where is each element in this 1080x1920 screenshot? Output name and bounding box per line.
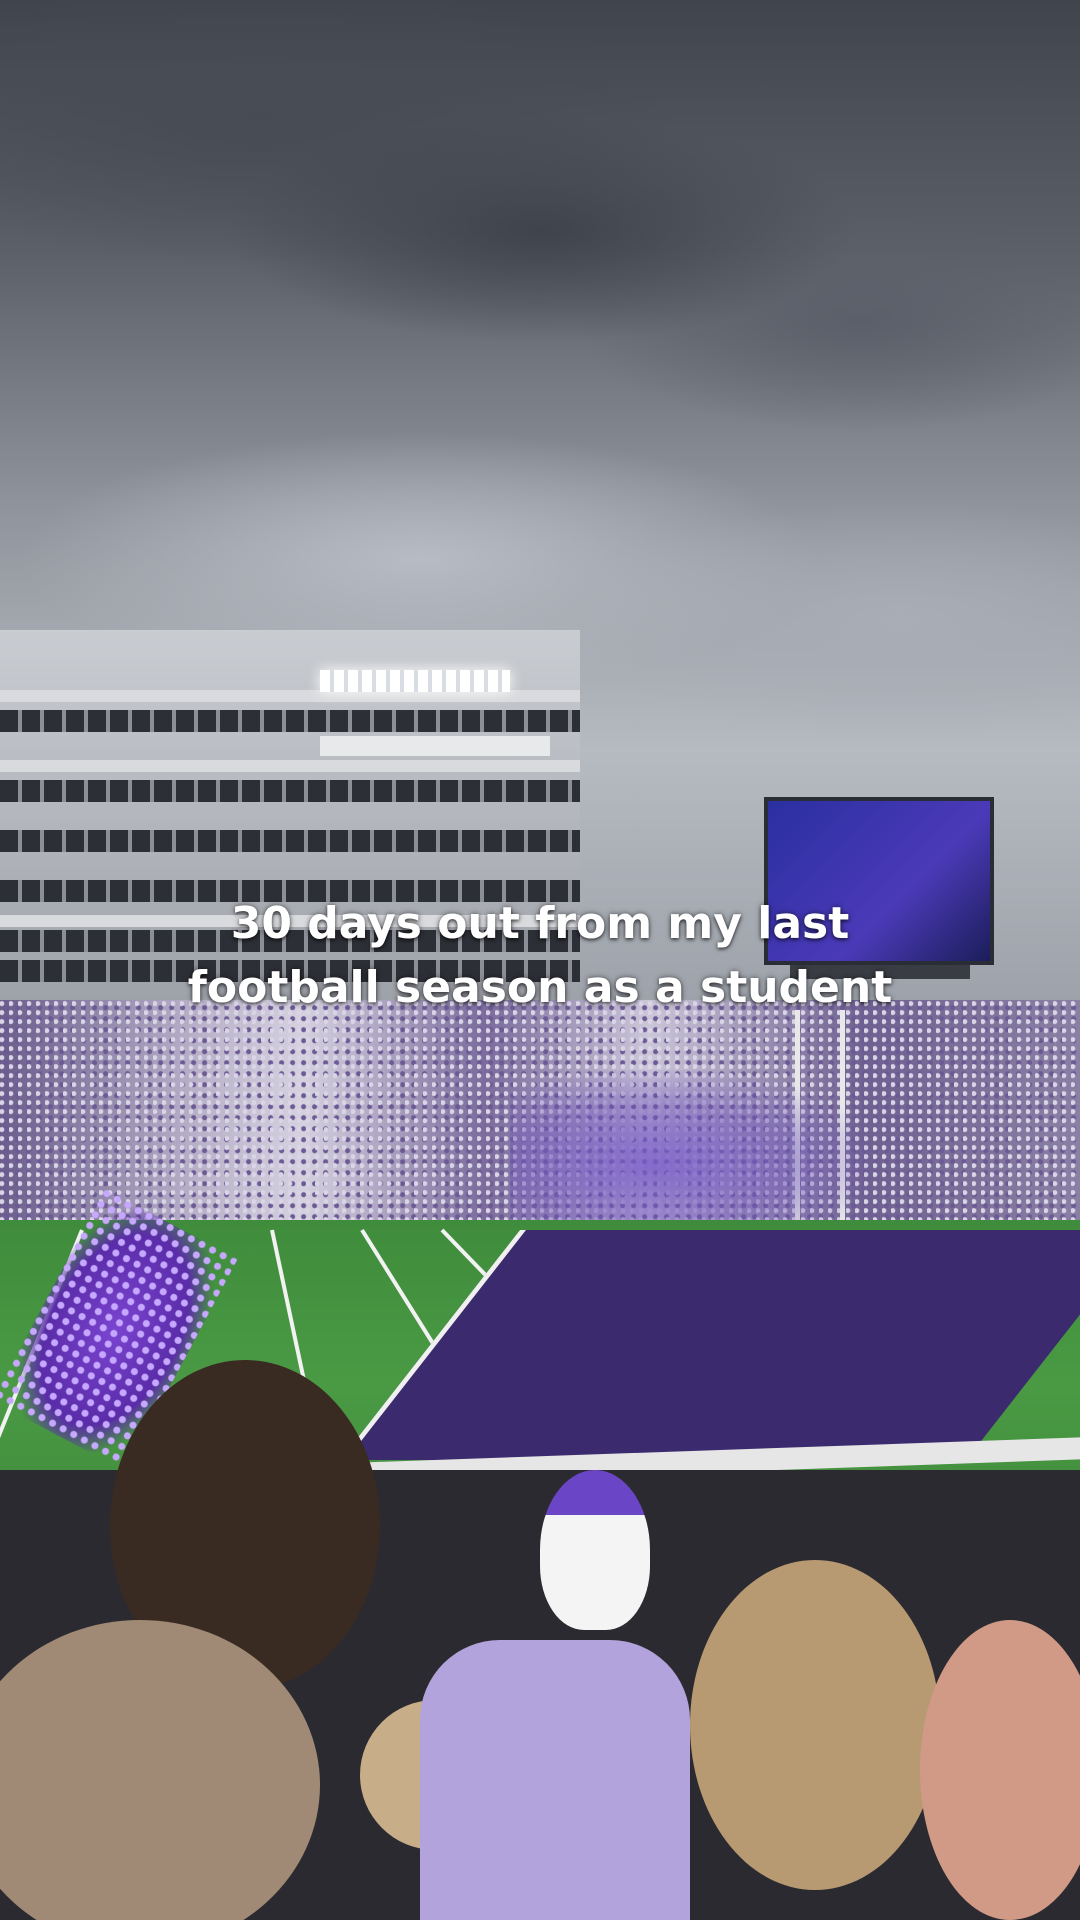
fan-cap <box>540 1470 650 1630</box>
caption-line-1: 30 days out from my last <box>230 898 850 949</box>
stadium-banner <box>320 736 550 756</box>
video-caption: 30 days out from my last football season… <box>0 892 1080 1020</box>
caption-line-2: football season as a student <box>187 962 893 1013</box>
stadium-lights <box>320 670 510 692</box>
stadium-photo: 30 days out from my last football season… <box>0 0 1080 1920</box>
fan-head <box>690 1560 940 1890</box>
fan-shirt <box>420 1640 690 1920</box>
